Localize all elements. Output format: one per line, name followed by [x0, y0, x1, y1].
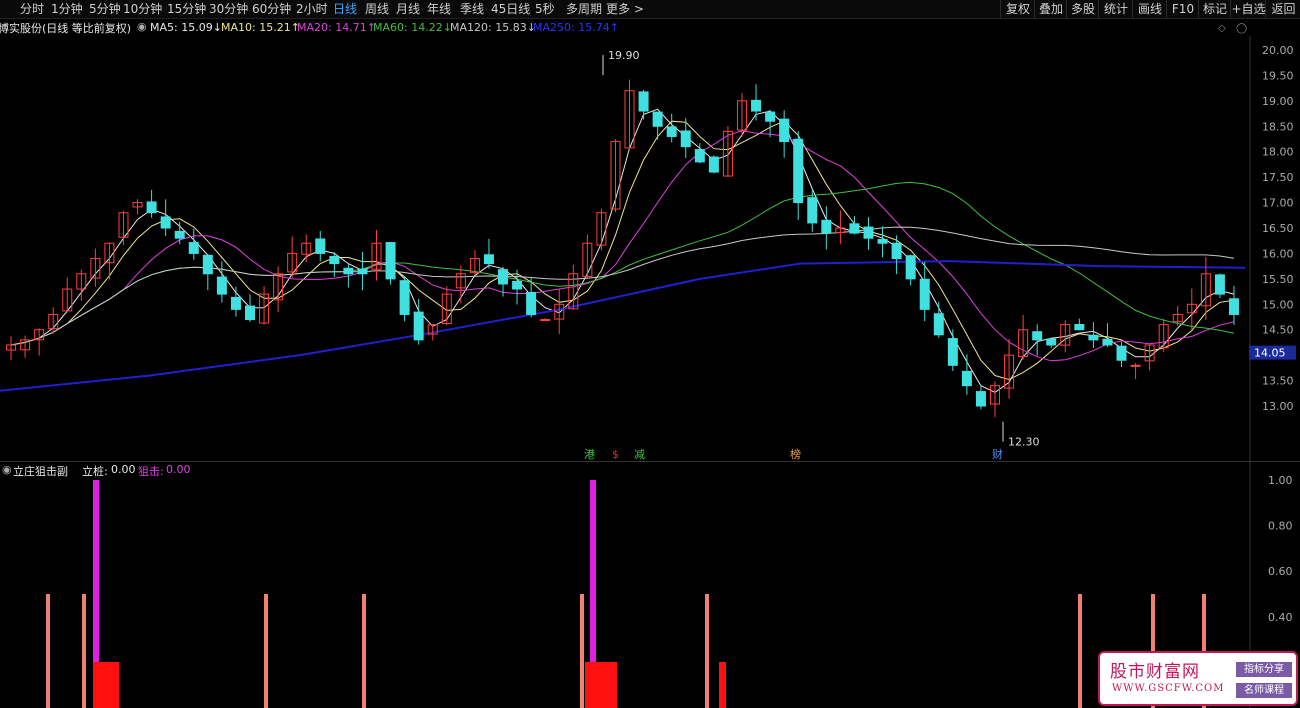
candle-body	[821, 219, 832, 234]
diamond-icon[interactable]: ◇	[1218, 23, 1226, 34]
price-tick: 17.00	[1262, 197, 1294, 210]
candle-body	[512, 280, 523, 290]
candle-body	[343, 267, 354, 275]
candle-body	[1228, 298, 1239, 315]
high-marker: 19.90	[608, 49, 640, 62]
candle-body	[947, 338, 958, 366]
candle-body	[202, 254, 213, 275]
candle-body	[919, 278, 930, 310]
li-zhuang-bar	[1078, 594, 1082, 708]
price-tick: 13.00	[1262, 400, 1294, 413]
candle-body	[188, 242, 199, 254]
candle-body	[1032, 331, 1043, 341]
candle-body	[315, 238, 326, 254]
candle-body	[399, 280, 410, 315]
price-tick: 13.50	[1262, 375, 1294, 388]
candle-body	[498, 269, 509, 285]
candle-body	[174, 230, 185, 239]
event-marker-0[interactable]: 港	[584, 448, 595, 461]
low-marker: 12.30	[1008, 436, 1040, 449]
indicator-tick: 0.60	[1268, 565, 1293, 578]
watermark-logo: 股市财富网 WWW.GSCFW.COM 指标分享 名师课程	[1098, 651, 1298, 706]
circle-icon[interactable]: ◯	[1236, 23, 1247, 34]
candle-body	[413, 311, 424, 341]
candle-body	[933, 313, 944, 336]
candle-body	[849, 223, 860, 234]
candle-body	[961, 370, 972, 387]
li-zhuang-bar	[264, 594, 268, 708]
candle-body	[680, 130, 691, 148]
event-marker-2[interactable]: 减	[634, 448, 645, 461]
signal-block	[585, 662, 617, 708]
candle-body	[1088, 334, 1099, 341]
price-tick: 17.50	[1262, 171, 1294, 184]
candle-body	[1130, 364, 1141, 367]
price-tick: 16.00	[1262, 247, 1294, 260]
indicator-tick: 0.40	[1268, 611, 1293, 624]
event-marker-3[interactable]: 榜	[790, 447, 801, 461]
logo-title: 股市财富网	[1110, 662, 1200, 682]
li-zhuang-bar	[46, 594, 50, 708]
candle-body	[793, 138, 804, 204]
event-marker-4[interactable]: 财	[992, 447, 1003, 461]
logo-tag-course: 名师课程	[1236, 683, 1292, 698]
li-zhuang-bar	[362, 594, 366, 708]
candle-body	[483, 254, 494, 265]
price-tick: 14.50	[1262, 324, 1294, 337]
candle-body	[652, 111, 663, 127]
candle-body	[1214, 274, 1225, 295]
candle-body	[765, 111, 776, 122]
candle-body	[244, 305, 255, 321]
candle-body	[666, 126, 677, 137]
candle-body	[891, 242, 902, 260]
candle-body	[216, 276, 227, 295]
logo-url: WWW.GSCFW.COM	[1112, 683, 1225, 694]
li-zhuang-bar	[580, 594, 584, 708]
candle-body	[905, 255, 916, 280]
candle-body	[877, 239, 888, 244]
candle-body	[975, 391, 986, 407]
indicator-tick: 0.80	[1268, 520, 1293, 533]
candle-body	[638, 91, 649, 112]
price-chart[interactable]: 20.00 19.50 19.00 18.50 18.00 17.50 17.00 16.50…	[0, 0, 1300, 462]
candle-body	[1046, 338, 1057, 346]
candle-body	[807, 197, 818, 224]
candle-body	[526, 291, 537, 315]
candle-body	[357, 268, 368, 275]
price-tick: 16.50	[1262, 222, 1294, 235]
candle-body	[1102, 338, 1113, 346]
price-tick: 18.50	[1262, 120, 1294, 133]
logo-tag-indicator: 指标分享	[1236, 662, 1292, 677]
candle-body	[146, 201, 157, 214]
event-marker-1[interactable]: $	[612, 448, 619, 461]
candle-body	[694, 149, 705, 163]
candle-body	[329, 255, 340, 265]
candle-body	[160, 216, 171, 229]
current-price-label: 14.05	[1254, 347, 1286, 360]
price-tick: 19.50	[1262, 69, 1294, 82]
candle-body	[751, 99, 762, 112]
candle-body	[1074, 324, 1085, 331]
price-tick: 18.00	[1262, 146, 1294, 159]
candle-body	[385, 242, 396, 280]
li-zhuang-bar	[705, 594, 709, 708]
signal-block	[719, 662, 726, 708]
li-zhuang-bar	[82, 594, 86, 708]
price-tick: 15.00	[1262, 298, 1294, 311]
candle-body	[779, 118, 790, 143]
candle-body	[863, 226, 874, 239]
price-tick: 15.50	[1262, 273, 1294, 286]
candle-body	[230, 296, 241, 310]
candle-body	[540, 319, 551, 322]
price-tick: 19.00	[1262, 95, 1294, 108]
ma250-line	[0, 260, 1246, 392]
price-tick: 20.00	[1262, 44, 1294, 57]
candle-body	[708, 156, 719, 173]
candle-body	[1116, 345, 1127, 361]
signal-block	[93, 662, 119, 708]
indicator-tick: 1.00	[1268, 474, 1293, 487]
